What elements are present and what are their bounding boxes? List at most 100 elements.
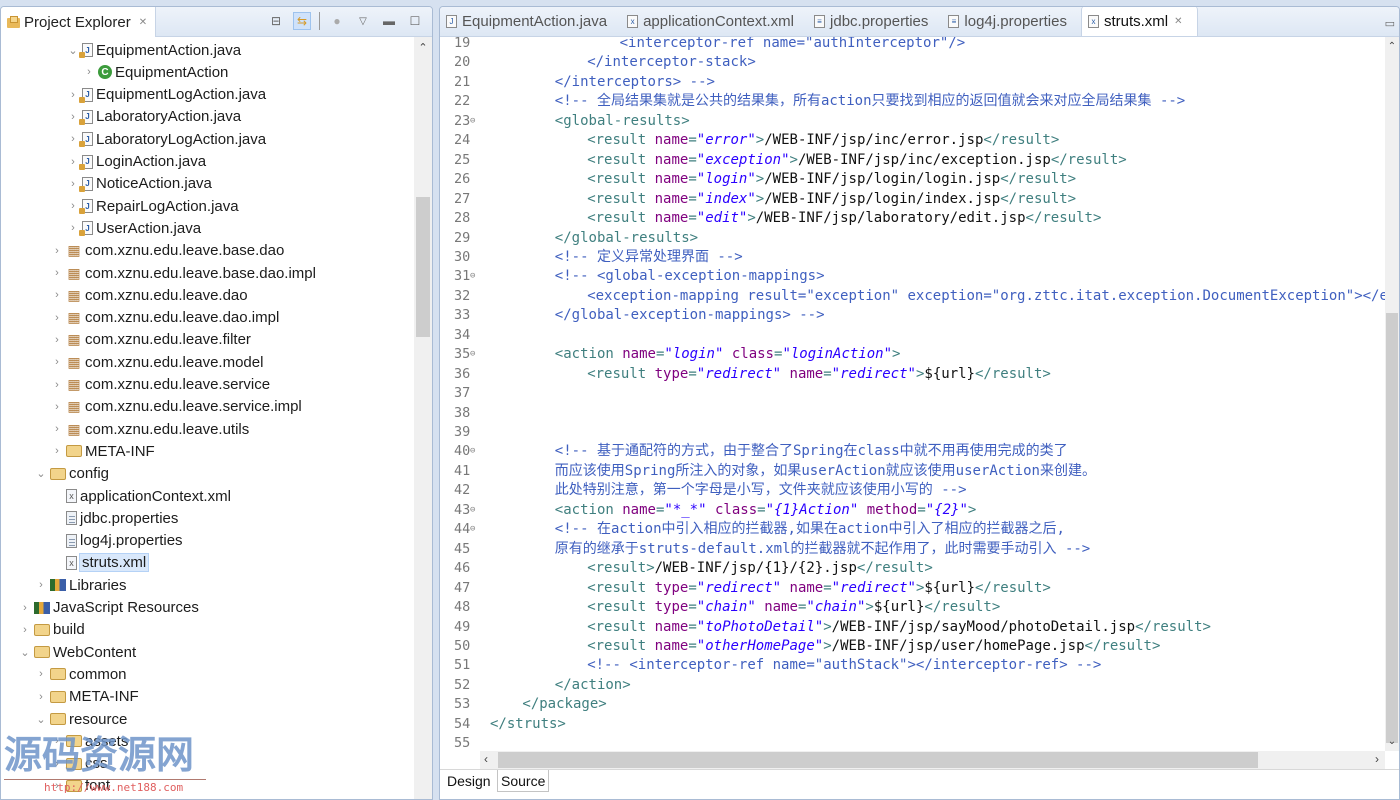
- tree-item[interactable]: › ▦ com.xznu.edu.leave.dao: [49, 284, 247, 306]
- tree-item[interactable]: › build: [17, 619, 85, 641]
- tree-item[interactable]: › J LaboratoryAction.java: [65, 106, 241, 128]
- code-line[interactable]: 24 <result name="error">/WEB-INF/jsp/inc/…: [440, 131, 1059, 150]
- tree-item[interactable]: › ▦ com.xznu.edu.leave.base.dao: [49, 240, 284, 262]
- editor-vertical-scrollbar[interactable]: ⌃ ⌄: [1385, 37, 1399, 751]
- chevron-right-icon[interactable]: ›: [17, 624, 33, 636]
- scrollbar-thumb[interactable]: [498, 752, 1258, 768]
- chevron-right-icon[interactable]: ›: [49, 379, 65, 391]
- code-line[interactable]: 52 </action>: [440, 676, 631, 695]
- tree-item[interactable]: › JavaScript Resources: [17, 597, 199, 619]
- chevron-right-icon[interactable]: ›: [49, 423, 65, 435]
- scrollbar-thumb[interactable]: [416, 197, 430, 337]
- code-line[interactable]: 21 </interceptors> -->: [440, 73, 715, 92]
- close-icon[interactable]: ✕: [139, 17, 147, 28]
- tree-item[interactable]: › J LaboratoryLogAction.java: [65, 128, 266, 150]
- tree-item[interactable]: ⌄ resource: [33, 708, 127, 730]
- chevron-right-icon[interactable]: ›: [49, 312, 65, 324]
- tab-design[interactable]: Design: [444, 770, 494, 792]
- maximize-icon[interactable]: ☐: [406, 12, 424, 30]
- fold-toggle-icon[interactable]: ⊖: [470, 520, 475, 539]
- code-line[interactable]: 31 ⊖ <!-- <global-exception-mappings>: [440, 267, 825, 286]
- code-line[interactable]: 53 </package>: [440, 695, 607, 714]
- tree-item[interactable]: › ▦ com.xznu.edu.leave.service: [49, 374, 270, 396]
- code-line[interactable]: 46 <result>/WEB-INF/jsp/{1}/{2}.jsp</resu…: [440, 559, 933, 578]
- close-icon[interactable]: ✕: [1174, 16, 1182, 27]
- chevron-right-icon[interactable]: ›: [33, 668, 49, 680]
- chevron-right-icon[interactable]: ›: [49, 780, 65, 792]
- minimize-editor-icon[interactable]: ▭: [1385, 17, 1395, 30]
- chevron-right-icon[interactable]: ›: [17, 602, 33, 614]
- fold-toggle-icon[interactable]: ⊖: [470, 345, 475, 364]
- chevron-right-icon[interactable]: ›: [33, 579, 49, 591]
- code-line[interactable]: 51 <!-- <interceptor-ref name="authStack"…: [440, 656, 1101, 675]
- tree-item[interactable]: log4j.properties: [49, 530, 183, 552]
- code-editor[interactable]: 19 <interceptor-ref name="authInterceptor…: [440, 37, 1385, 751]
- tree-item[interactable]: › Libraries: [33, 574, 126, 596]
- code-line[interactable]: 49 <result name="toPhotoDetail">/WEB-INF/…: [440, 618, 1211, 637]
- code-line[interactable]: 29 </global-results>: [440, 229, 698, 248]
- tree-item[interactable]: › ▦ com.xznu.edu.leave.dao.impl: [49, 307, 279, 329]
- tree-item[interactable]: x struts.xml: [49, 552, 150, 574]
- editor-horizontal-scrollbar[interactable]: ‹ ›: [480, 751, 1385, 769]
- editor-tab[interactable]: J EquipmentAction.java: [440, 7, 621, 36]
- tree-item[interactable]: › ▦ com.xznu.edu.leave.utils: [49, 418, 249, 440]
- code-line[interactable]: 50 <result name="otherHomePage">/WEB-INF/…: [440, 637, 1160, 656]
- explorer-vertical-scrollbar[interactable]: ⌃: [414, 37, 432, 799]
- chevron-down-icon[interactable]: ⌄: [17, 646, 33, 659]
- scrollbar-thumb[interactable]: [1386, 313, 1398, 743]
- fold-toggle-icon[interactable]: ⊖: [470, 112, 475, 131]
- tree-item[interactable]: ⌄ config: [33, 463, 109, 485]
- code-line[interactable]: 33 </global-exception-mappings> -->: [440, 306, 825, 325]
- tree-item[interactable]: › ▦ com.xznu.edu.leave.filter: [49, 329, 251, 351]
- code-line[interactable]: 25 <result name="exception">/WEB-INF/jsp/…: [440, 151, 1127, 170]
- code-line[interactable]: 27 <result name="index">/WEB-INF/jsp/logi…: [440, 190, 1076, 209]
- code-line[interactable]: 39: [440, 423, 490, 442]
- code-line[interactable]: 44 ⊖ <!-- 在action中引入相应的拦截器,如果在action中引入了相应…: [440, 520, 1065, 539]
- tree-item[interactable]: › J NoticeAction.java: [65, 173, 212, 195]
- code-line[interactable]: 32 <exception-mapping result="exception" …: [440, 287, 1385, 306]
- tree-item[interactable]: › ▦ com.xznu.edu.leave.base.dao.impl: [49, 262, 316, 284]
- chevron-down-icon[interactable]: ⌄: [33, 467, 49, 480]
- editor-tab[interactable]: ≡ jdbc.properties: [808, 7, 942, 36]
- tree-item[interactable]: ⌄ J EquipmentAction.java: [65, 39, 241, 61]
- code-line[interactable]: 48 <result type="chain" name="chain">${ur…: [440, 598, 1000, 617]
- code-line[interactable]: 22 <!-- 全局结果集就是公共的结果集，所有action只要找到相应的返回值就…: [440, 92, 1185, 111]
- code-line[interactable]: 42 此处特别注意，第一个字母是小写，文件夹就应该使用小写的 -->: [440, 481, 967, 500]
- chevron-right-icon[interactable]: ›: [49, 758, 65, 770]
- chevron-right-icon[interactable]: ›: [49, 735, 65, 747]
- scroll-down-icon[interactable]: ⌄: [1385, 736, 1399, 747]
- code-line[interactable]: 54 </struts>: [440, 715, 566, 734]
- code-line[interactable]: 38: [440, 404, 490, 423]
- tree-item[interactable]: › J UserAction.java: [65, 217, 201, 239]
- tab-source[interactable]: Source: [497, 770, 550, 792]
- tree-item[interactable]: › ▦ com.xznu.edu.leave.service.impl: [49, 396, 302, 418]
- link-with-editor-icon[interactable]: ⇆: [293, 12, 311, 30]
- project-explorer-tab[interactable]: Project Explorer ✕: [1, 7, 157, 37]
- tree-item[interactable]: › J EquipmentLogAction.java: [65, 84, 266, 106]
- scroll-up-icon[interactable]: ⌃: [1385, 41, 1399, 52]
- tree-item[interactable]: › font: [49, 775, 110, 797]
- scroll-left-icon[interactable]: ‹: [484, 752, 488, 766]
- code-line[interactable]: 20 </interceptor-stack>: [440, 53, 756, 72]
- fold-toggle-icon[interactable]: ⊖: [470, 442, 475, 461]
- tree-item[interactable]: › META-INF: [33, 686, 139, 708]
- code-line[interactable]: 28 <result name="edit">/WEB-INF/jsp/labor…: [440, 209, 1101, 228]
- tree-item[interactable]: › assets: [49, 730, 128, 752]
- fold-toggle-icon[interactable]: ⊖: [470, 267, 475, 286]
- view-menu-icon[interactable]: ▽: [354, 12, 372, 30]
- scroll-up-icon[interactable]: ⌃: [414, 41, 432, 54]
- chevron-down-icon[interactable]: ⌄: [33, 713, 49, 726]
- minimize-icon[interactable]: ▬: [380, 12, 398, 30]
- code-line[interactable]: 30 <!-- 定义异常处理界面 -->: [440, 248, 743, 267]
- chevron-right-icon[interactable]: ›: [81, 66, 97, 78]
- tree-item[interactable]: › C EquipmentAction: [81, 61, 228, 83]
- tree-item[interactable]: jdbc.properties: [49, 507, 178, 529]
- tree-item[interactable]: › J LoginAction.java: [65, 151, 206, 173]
- code-line[interactable]: 36 <result type="redirect" name="redirect…: [440, 365, 1051, 384]
- tree-item[interactable]: › common: [33, 663, 126, 685]
- fold-toggle-icon[interactable]: ⊖: [470, 501, 475, 520]
- tree-item[interactable]: ⌄ WebContent: [17, 641, 136, 663]
- tree-item[interactable]: › META-INF: [49, 440, 155, 462]
- code-line[interactable]: 19 <interceptor-ref name="authInterceptor…: [440, 37, 965, 53]
- code-line[interactable]: 45 原有的继承于struts-default.xml的拦截器就不起作用了，此时需…: [440, 540, 1090, 559]
